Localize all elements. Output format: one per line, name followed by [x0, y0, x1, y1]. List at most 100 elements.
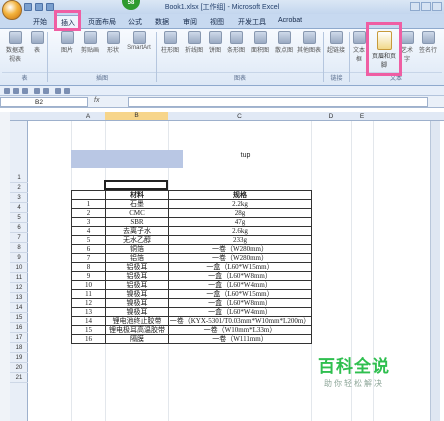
clipart-button[interactable]: 剪贴画	[79, 31, 101, 54]
table-cell[interactable]: 2.6kg	[168, 226, 312, 236]
row-header[interactable]: 2	[10, 183, 28, 193]
row-header[interactable]: 11	[10, 273, 28, 283]
table-cell[interactable]: 一卷（W10mm*L33m）	[168, 325, 312, 335]
col-header-c[interactable]: C	[168, 113, 311, 120]
row-header[interactable]: 21	[10, 373, 28, 383]
row-header[interactable]: 14	[10, 303, 28, 313]
row-header[interactable]: 5	[10, 213, 28, 223]
hyperlink-button[interactable]: 超链接	[326, 31, 346, 54]
table-cell[interactable]: 一卷（W280mm）	[168, 253, 312, 263]
table-cell[interactable]: 铜箔	[105, 244, 169, 254]
col-header-b[interactable]: B	[105, 112, 168, 120]
name-box[interactable]: B2	[0, 97, 88, 107]
table-cell[interactable]: 无水乙醇	[105, 235, 169, 245]
row-header[interactable]: 1	[10, 173, 28, 183]
close-icon[interactable]	[432, 2, 442, 11]
table-cell[interactable]: 一盒（L60*W4mm）	[168, 280, 312, 290]
col-header-a[interactable]: A	[71, 113, 105, 120]
table-cell[interactable]: 1	[71, 199, 106, 209]
row-header[interactable]: 4	[10, 203, 28, 213]
table-cell[interactable]: 一卷（KYX-5301/T0.03mm*W10mm*L200m）	[168, 316, 312, 326]
tab-page-layout[interactable]: 页面布局	[88, 17, 116, 27]
bar-chart-button[interactable]: 条形图	[225, 31, 247, 54]
window-controls[interactable]	[410, 2, 442, 11]
table-cell[interactable]: 一盒（L60*W15mm）	[168, 289, 312, 299]
table-cell[interactable]: 铝极耳	[105, 280, 169, 290]
table-cell[interactable]: SBR	[105, 217, 169, 227]
filter-icon[interactable]	[64, 88, 70, 94]
row-header[interactable]: 20	[10, 363, 28, 373]
table-cell[interactable]: 一卷（W111mm）	[168, 334, 312, 344]
table-cell[interactable]: 铝极耳	[105, 271, 169, 281]
tab-formulas[interactable]: 公式	[128, 17, 142, 27]
maximize-icon[interactable]	[421, 2, 431, 11]
table-cell[interactable]: 4	[71, 226, 106, 236]
row-header[interactable]: 3	[10, 193, 28, 203]
tab-review[interactable]: 审阅	[183, 17, 197, 27]
table-cell[interactable]: 2	[71, 208, 106, 218]
undo-icon[interactable]	[13, 88, 19, 94]
preview-icon[interactable]	[43, 88, 49, 94]
table-cell[interactable]: 47g	[168, 217, 312, 227]
pie-chart-button[interactable]: 饼图	[207, 31, 223, 54]
scatter-chart-button[interactable]: 散点图	[273, 31, 295, 54]
row-header[interactable]: 12	[10, 283, 28, 293]
table-cell[interactable]: 铝箔	[105, 253, 169, 263]
column-chart-button[interactable]: 柱形图	[159, 31, 181, 54]
header-area-left[interactable]	[71, 150, 183, 168]
table-cell[interactable]: 铝极耳	[105, 262, 169, 272]
redo-icon[interactable]	[22, 88, 28, 94]
line-chart-button[interactable]: 折线图	[183, 31, 205, 54]
table-button[interactable]: 表	[30, 31, 44, 54]
minimize-icon[interactable]	[410, 2, 420, 11]
table-cell[interactable]: 隔膜	[105, 334, 169, 344]
table-cell[interactable]: 2.2kg	[168, 199, 312, 209]
table-cell[interactable]: 7	[71, 253, 106, 263]
sort-icon[interactable]	[55, 88, 61, 94]
table-cell[interactable]: 12	[71, 298, 106, 308]
table-cell[interactable]: 锂电极耳高温胶带	[105, 325, 169, 335]
header-area-center[interactable]: tup	[183, 150, 308, 168]
row-header[interactable]: 15	[10, 313, 28, 323]
table-cell[interactable]: 一盒（L60*W15mm）	[168, 262, 312, 272]
table-cell[interactable]: 13	[71, 307, 106, 317]
table-cell[interactable]: 6	[71, 244, 106, 254]
pivot-table-button[interactable]: 数据透视表	[4, 31, 26, 63]
formula-input[interactable]	[128, 97, 428, 107]
header-cell[interactable]: 材料	[105, 190, 169, 200]
table-cell[interactable]: 16	[71, 334, 106, 344]
col-header-e[interactable]: E	[351, 113, 373, 120]
table-cell[interactable]: 11	[71, 289, 106, 299]
vertical-scrollbar[interactable]	[430, 121, 440, 421]
tab-acrobat[interactable]: Acrobat	[278, 17, 302, 24]
row-header[interactable]: 19	[10, 353, 28, 363]
table-cell[interactable]: 14	[71, 316, 106, 326]
table-cell[interactable]: 锂电池终止胶带	[105, 316, 169, 326]
table-cell[interactable]: CMC	[105, 208, 169, 218]
table-cell[interactable]: 去离子水	[105, 226, 169, 236]
table-cell[interactable]: 9	[71, 271, 106, 281]
save-icon[interactable]	[4, 88, 10, 94]
table-cell[interactable]: 8	[71, 262, 106, 272]
selected-cell[interactable]	[104, 180, 168, 190]
table-cell[interactable]: 一卷（W280mm）	[168, 244, 312, 254]
table-cell[interactable]: 一盒（L60*W8mm）	[168, 298, 312, 308]
print-icon[interactable]	[34, 88, 40, 94]
row-header[interactable]: 6	[10, 223, 28, 233]
tab-home[interactable]: 开始	[33, 17, 47, 27]
picture-button[interactable]: 图片	[58, 31, 76, 54]
tab-data[interactable]: 数据	[155, 17, 169, 27]
other-chart-button[interactable]: 其他图表	[297, 31, 321, 54]
row-header[interactable]: 17	[10, 333, 28, 343]
table-cell[interactable]: 10	[71, 280, 106, 290]
row-header[interactable]: 9	[10, 253, 28, 263]
table-cell[interactable]: 一盒（L60*W8mm）	[168, 271, 312, 281]
row-header[interactable]: 8	[10, 243, 28, 253]
col-header-d[interactable]: D	[311, 113, 351, 120]
table-cell[interactable]: 一盒（L60*W4mm）	[168, 307, 312, 317]
shape-button[interactable]: 形状	[104, 31, 122, 54]
table-cell[interactable]: 233g	[168, 235, 312, 245]
signature-line-button[interactable]: 签名行	[417, 31, 439, 54]
table-cell[interactable]: 15	[71, 325, 106, 335]
table-cell[interactable]: 3	[71, 217, 106, 227]
